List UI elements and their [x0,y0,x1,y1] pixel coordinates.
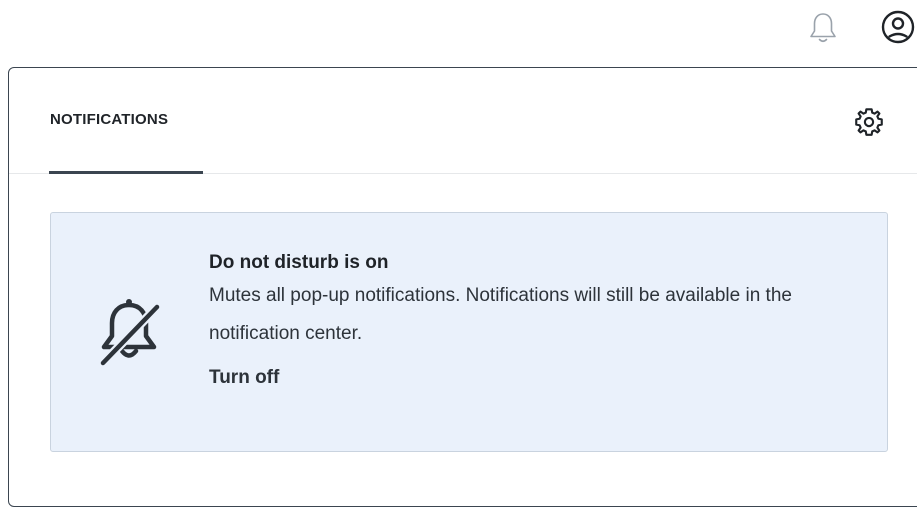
do-not-disturb-card: Do not disturb is on Mutes all pop-up no… [50,212,888,452]
account-button[interactable] [878,7,917,47]
notifications-panel: NOTIFICATIONS Do not disturb is on Mutes… [8,67,917,507]
gear-icon [855,108,883,136]
tab-notifications-label: NOTIFICATIONS [50,111,169,128]
settings-button[interactable] [849,102,889,142]
bell-off-icon [98,299,162,368]
notifications-button[interactable] [804,8,842,48]
panel-header: NOTIFICATIONS [9,68,917,174]
dnd-text-block: Do not disturb is on Mutes all pop-up no… [209,249,849,389]
dnd-description: Mutes all pop-up notifications. Notifica… [209,285,792,344]
dnd-title: Do not disturb is on [209,252,389,273]
bell-icon [810,13,836,43]
turn-off-button[interactable]: Turn off [209,367,279,389]
user-circle-icon [881,10,915,44]
tab-notifications[interactable]: NOTIFICATIONS [49,68,203,174]
top-bar [0,0,917,62]
active-tab-indicator [49,171,203,174]
